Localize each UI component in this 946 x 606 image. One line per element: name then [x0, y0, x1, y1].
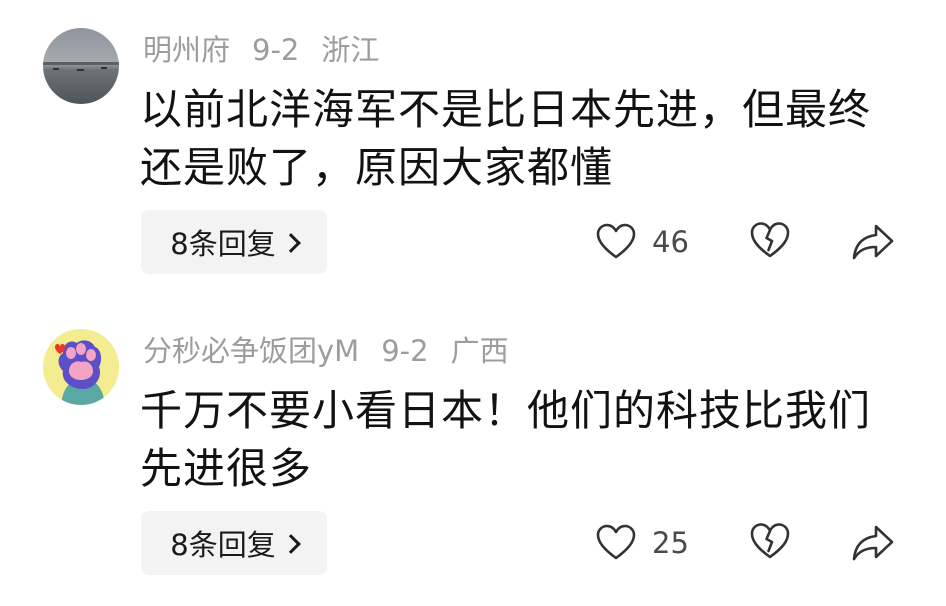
username[interactable]: 明州府 [143, 33, 230, 67]
reply-count-label: 8条回复 [170, 528, 276, 562]
comment-meta: 分秒必争饭团yM 9-2 广西 [143, 331, 509, 371]
cat-paw-avatar-icon [43, 329, 119, 405]
heart-icon [596, 223, 636, 259]
share-arrow-icon [852, 525, 894, 561]
heart-icon [596, 524, 636, 560]
like-button[interactable]: 25 [596, 521, 689, 565]
avatar[interactable] [43, 329, 119, 405]
comment-date: 9-2 [252, 33, 300, 67]
comment-location: 浙江 [321, 33, 380, 67]
like-button[interactable]: 46 [596, 220, 689, 264]
chevron-right-icon [280, 233, 301, 253]
chevron-right-icon [280, 534, 301, 554]
like-count: 46 [652, 225, 689, 259]
share-arrow-icon [852, 224, 894, 260]
username[interactable]: 分秒必争饭团yM [143, 334, 359, 368]
broken-heart-icon [750, 523, 790, 559]
comment-text: 以前北洋海军不是比日本先进，但最终还是败了，原因大家都懂 [140, 85, 872, 192]
comment-date: 9-2 [381, 334, 429, 368]
comment-meta: 明州府 9-2 浙江 [143, 30, 379, 70]
like-count: 25 [652, 526, 689, 560]
comment-item: 明州府 9-2 浙江 以前北洋海军不是比日本先进，但最终还是败了，原因大家都懂 8条… [0, 0, 946, 300]
share-button[interactable] [851, 522, 895, 566]
avatar[interactable] [43, 28, 119, 104]
share-button[interactable] [851, 221, 895, 265]
dislike-button[interactable] [750, 521, 790, 565]
lake-photo-avatar-icon [43, 28, 119, 104]
comment-text: 千万不要小看日本！他们的科技比我们先进很多 [140, 386, 872, 493]
reply-count-label: 8条回复 [170, 227, 276, 261]
dislike-button[interactable] [750, 220, 790, 264]
broken-heart-icon [750, 222, 790, 258]
view-replies-button[interactable]: 8条回复 [141, 210, 327, 274]
comment-item: 分秒必争饭团yM 9-2 广西 千万不要小看日本！他们的科技比我们先进很多 8条回复… [0, 301, 946, 601]
view-replies-button[interactable]: 8条回复 [141, 511, 327, 575]
comment-location: 广西 [450, 334, 509, 368]
